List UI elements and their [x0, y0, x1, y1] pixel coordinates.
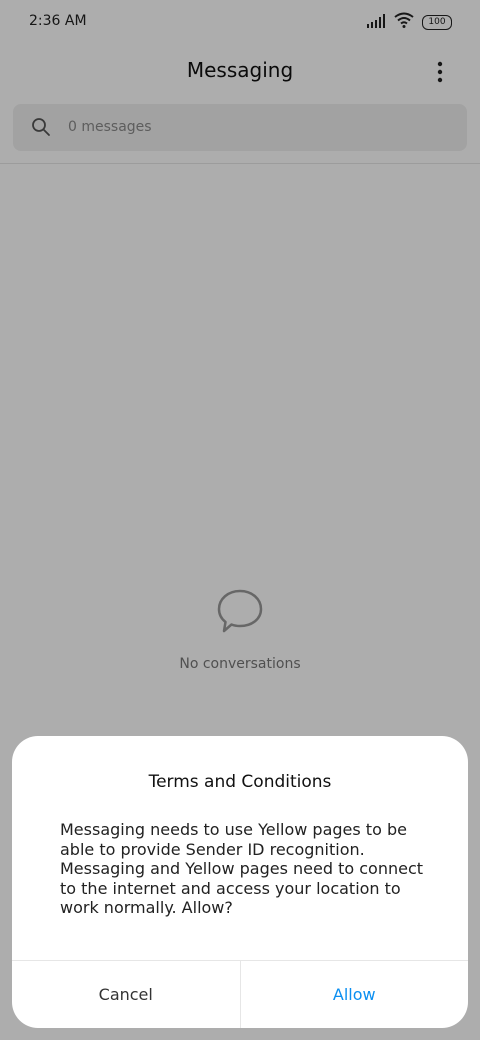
terms-dialog: Terms and Conditions Messaging needs to …: [12, 736, 468, 1028]
dialog-title: Terms and Conditions: [148, 772, 332, 792]
dialog-message: Messaging needs to use Yellow pages to b…: [60, 820, 424, 917]
cancel-button[interactable]: Cancel: [12, 961, 241, 1028]
allow-button[interactable]: Allow: [241, 961, 469, 1028]
dialog-actions: Cancel Allow: [12, 960, 468, 1028]
messaging-screen: 2:36 AM 100 Messaging 0 messages No conv…: [0, 0, 480, 1040]
